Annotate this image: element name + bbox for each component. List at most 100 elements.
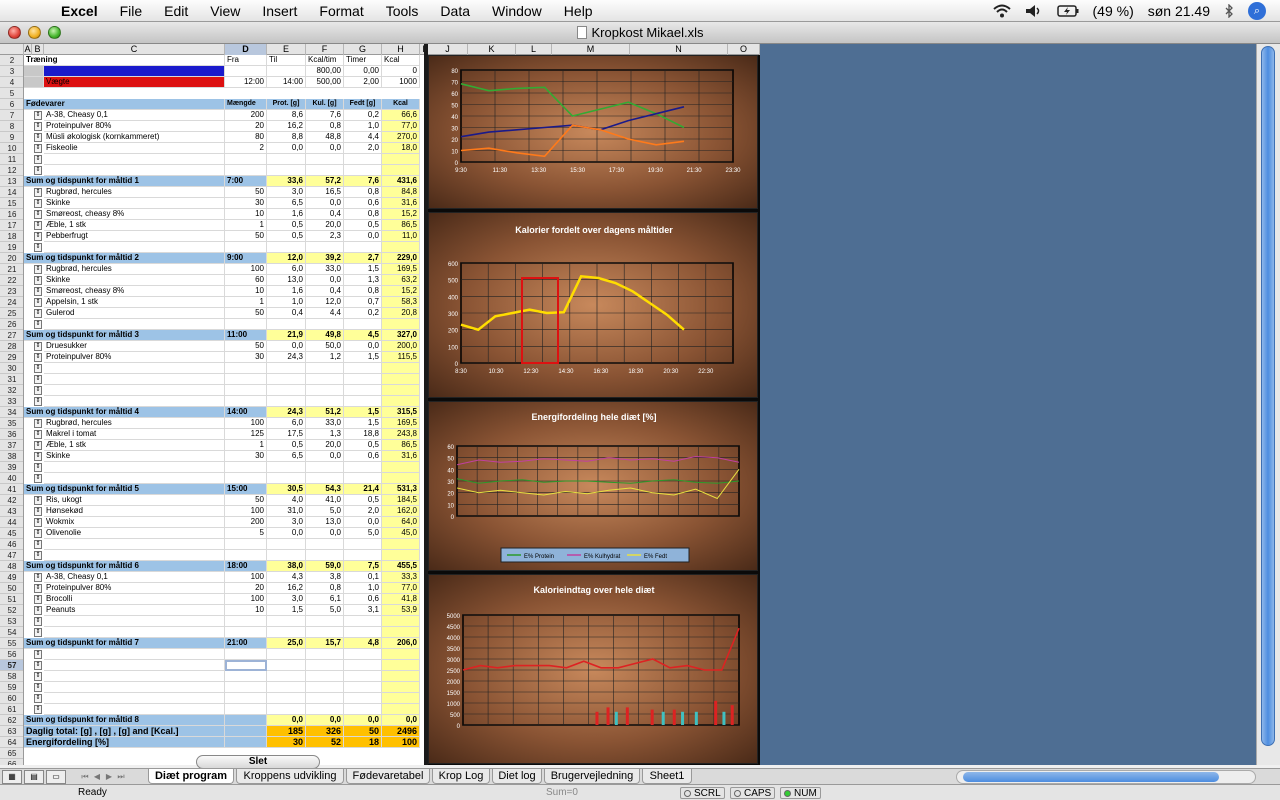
food-name-cell[interactable] [44,473,225,484]
food-value-cell[interactable]: 30 [225,198,267,209]
tab-diet-log[interactable]: Diet log [492,769,542,784]
food-name-cell[interactable]: Sum og tidspunkt for måltid 3 [24,330,225,341]
row-header[interactable]: 2 [0,55,23,66]
training-row4-kcal-per-hour[interactable]: 500,00 [306,77,344,88]
food-value-cell[interactable] [382,704,420,715]
food-name-cell[interactable]: Sum og tidspunkt for måltid 5 [24,484,225,495]
row-header[interactable]: 65 [0,748,23,759]
food-value-cell[interactable] [225,682,267,693]
row-header[interactable]: 19 [0,242,23,253]
food-value-cell[interactable]: 11:00 [225,330,267,341]
food-value-cell[interactable] [344,682,382,693]
training-row3-kcal[interactable]: 0 [382,66,420,77]
food-value-cell[interactable] [267,660,306,671]
food-value-cell[interactable]: 12,0 [306,297,344,308]
quantity-stepper[interactable]: ⇕ [34,199,42,208]
food-value-cell[interactable]: 49,8 [306,330,344,341]
food-value-cell[interactable] [225,539,267,550]
row-header[interactable]: 15 [0,198,23,209]
food-value-cell[interactable]: 50,0 [306,341,344,352]
food-value-cell[interactable] [306,374,344,385]
food-value-cell[interactable] [344,473,382,484]
row-header[interactable]: 52 [0,605,23,616]
food-name-cell[interactable]: Rugbrød, hercules [44,187,225,198]
row-header[interactable]: 51 [0,594,23,605]
quantity-stepper[interactable]: ⇕ [34,122,42,131]
row-header[interactable]: 11 [0,154,23,165]
food-value-cell[interactable] [267,396,306,407]
food-value-cell[interactable]: 10 [225,209,267,220]
food-value-cell[interactable] [225,649,267,660]
food-name-cell[interactable]: Skinke [44,451,225,462]
food-value-cell[interactable]: 0,0 [306,528,344,539]
quantity-stepper[interactable]: ⇕ [34,584,42,593]
quantity-stepper[interactable]: ⇕ [34,650,42,659]
quantity-stepper[interactable]: ⇕ [34,705,42,714]
food-value-cell[interactable]: 1,2 [306,352,344,363]
food-value-cell[interactable]: 100 [225,264,267,275]
food-value-cell[interactable] [306,627,344,638]
food-value-cell[interactable]: 2496 [382,726,420,737]
quantity-stepper[interactable]: ⇕ [34,496,42,505]
food-value-cell[interactable] [225,242,267,253]
food-value-cell[interactable]: 0,0 [344,231,382,242]
food-value-cell[interactable]: 5,0 [306,605,344,616]
food-value-cell[interactable]: 1,6 [267,209,306,220]
row-header[interactable]: 39 [0,462,23,473]
food-value-cell[interactable] [382,550,420,561]
food-value-cell[interactable]: 50 [225,231,267,242]
food-value-cell[interactable]: 18,0 [382,143,420,154]
food-name-cell[interactable]: Rugbrød, hercules [44,418,225,429]
food-value-cell[interactable]: 0,1 [344,572,382,583]
food-name-cell[interactable]: Rugbrød, hercules [44,264,225,275]
column-header-b[interactable]: B [32,44,44,55]
menu-tools[interactable]: Tools [375,3,430,19]
food-value-cell[interactable] [306,616,344,627]
food-value-cell[interactable] [225,627,267,638]
food-value-cell[interactable]: 1,0 [344,583,382,594]
food-name-cell[interactable]: Hønsekød [44,506,225,517]
food-value-cell[interactable]: 3,8 [306,572,344,583]
food-value-cell[interactable]: 0,0 [344,517,382,528]
food-value-cell[interactable]: 11,0 [382,231,420,242]
column-header-f[interactable]: F [306,44,344,55]
food-value-cell[interactable] [306,385,344,396]
quantity-stepper[interactable]: ⇕ [34,287,42,296]
food-value-cell[interactable] [225,396,267,407]
food-value-cell[interactable]: 162,0 [382,506,420,517]
row-header[interactable]: 16 [0,209,23,220]
food-value-cell[interactable] [382,319,420,330]
food-value-cell[interactable] [306,396,344,407]
food-value-cell[interactable]: 184,5 [382,495,420,506]
volume-icon[interactable] [1025,4,1043,18]
food-value-cell[interactable]: 2,3 [306,231,344,242]
row-header[interactable]: 4 [0,77,23,88]
food-value-cell[interactable]: 0,5 [267,440,306,451]
food-header-kcal[interactable]: Kcal [382,99,420,110]
food-value-cell[interactable]: 33,0 [306,264,344,275]
chart-calories-by-meal[interactable]: 600 500 400 300 200 100 0 8:30 10:30 12:30 14:30 16… [428,212,758,398]
menu-insert[interactable]: Insert [251,3,308,19]
page-layout-icon[interactable]: ▤ [24,770,44,784]
row-header[interactable]: 44 [0,517,23,528]
quantity-stepper[interactable]: ⇕ [34,166,42,175]
quantity-stepper[interactable]: ⇕ [34,474,42,483]
column-header-h[interactable]: H [382,44,420,55]
row-header[interactable]: 46 [0,539,23,550]
row-header[interactable]: 28 [0,341,23,352]
food-name-cell[interactable] [44,154,225,165]
row-header[interactable]: 58 [0,671,23,682]
food-value-cell[interactable]: 86,5 [382,440,420,451]
food-value-cell[interactable] [382,660,420,671]
row-header[interactable]: 61 [0,704,23,715]
food-name-cell[interactable]: Daglig total: [g] , [g] , [g] and [Kcal.… [24,726,225,737]
food-value-cell[interactable]: 52 [306,737,344,748]
quantity-stepper[interactable]: ⇕ [34,111,42,120]
food-name-cell[interactable]: Æble, 1 stk [44,440,225,451]
food-value-cell[interactable]: 0,2 [344,110,382,121]
food-value-cell[interactable]: 58,3 [382,297,420,308]
food-name-cell[interactable]: Olivenolie [44,528,225,539]
quantity-stepper[interactable]: ⇕ [34,573,42,582]
training-header-from[interactable]: Fra [225,55,267,66]
food-value-cell[interactable]: 2,0 [344,506,382,517]
